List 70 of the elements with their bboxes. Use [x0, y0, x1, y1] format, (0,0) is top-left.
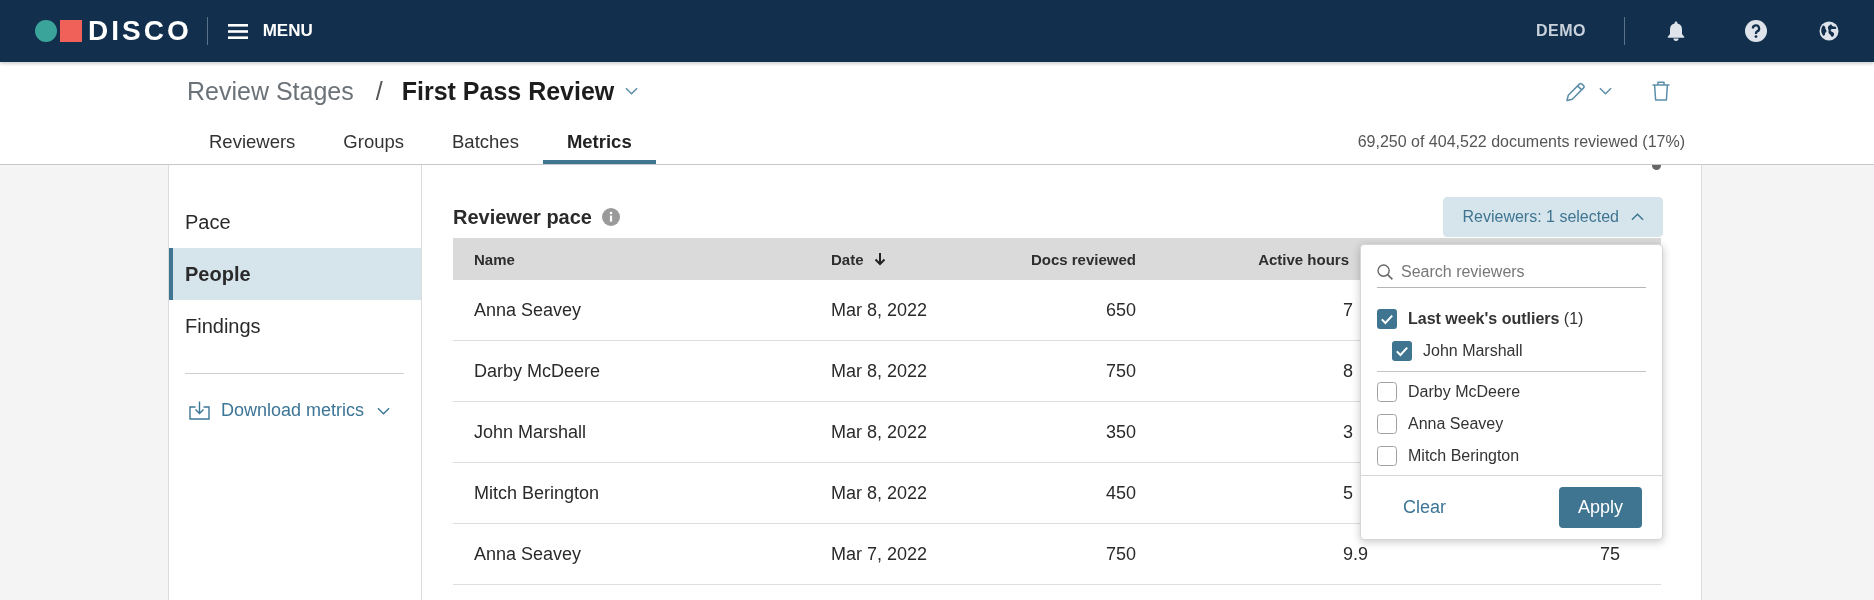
clear-button[interactable]: Clear	[1379, 489, 1470, 526]
table-cell: Mar 7, 2022	[831, 543, 928, 565]
column-header[interactable]: Docs reviewed	[1030, 250, 1136, 268]
table-cell: 650	[1105, 299, 1136, 321]
tab[interactable]: Groups	[319, 120, 429, 164]
info-icon[interactable]	[602, 208, 620, 226]
globe-icon[interactable]	[1819, 21, 1839, 41]
table-cell: 75	[1599, 543, 1620, 565]
table-cell: Mar 8, 2022	[831, 299, 928, 321]
scrollbar-thumb[interactable]	[1652, 165, 1661, 170]
checkbox[interactable]	[1377, 446, 1397, 466]
table-cell: 3	[1343, 421, 1353, 443]
checkbox[interactable]	[1377, 309, 1397, 329]
download-icon	[189, 401, 210, 420]
table-cell: 5	[1343, 482, 1353, 504]
checkbox[interactable]	[1377, 414, 1397, 434]
pencil-icon	[1565, 80, 1587, 102]
table-cell: 7	[1343, 299, 1353, 321]
reviewer-filter-button[interactable]: Reviewers: 1 selected	[1443, 197, 1663, 237]
sidebar-item[interactable]: Findings	[169, 300, 421, 352]
stage-selector[interactable]: First Pass Review	[401, 76, 639, 106]
table-cell: 350	[1105, 421, 1136, 443]
search-icon	[1377, 264, 1393, 280]
sidebar-item[interactable]: Pace	[169, 196, 421, 248]
checkbox-label[interactable]: Anna Seavey	[1408, 415, 1504, 433]
table-cell: 9.9	[1343, 543, 1369, 565]
section-title: Reviewer pace	[453, 205, 592, 229]
table-cell: Mar 8, 2022	[831, 482, 928, 504]
menu-button[interactable]: MENU	[227, 21, 313, 41]
table-cell: Mitch Berington	[474, 482, 600, 504]
table-cell: Anna Seavey	[474, 299, 582, 321]
column-header[interactable]: Name	[474, 250, 515, 268]
tab[interactable]: Batches	[428, 120, 543, 164]
download-button[interactable]: Download metrics	[189, 400, 391, 421]
column-header[interactable]: Active hours	[1258, 250, 1349, 268]
tab[interactable]: Reviewers	[185, 120, 320, 164]
menu-icon	[227, 23, 248, 39]
sidebar-item[interactable]: People	[169, 248, 421, 300]
checkbox-label[interactable]: Darby McDeere	[1408, 383, 1521, 401]
caret-icon	[377, 406, 391, 415]
table-cell: Mar 8, 2022	[831, 360, 928, 382]
table-cell: Darby McDeere	[474, 360, 601, 382]
breadcrumb-separator: /	[375, 76, 383, 106]
table-cell: 750	[1105, 543, 1136, 565]
edit-button[interactable]	[1565, 80, 1612, 102]
table-cell: Mar 8, 2022	[831, 421, 928, 443]
caret-icon	[1599, 87, 1612, 95]
checkbox[interactable]	[1377, 382, 1397, 402]
logo-text: DISCO	[88, 17, 192, 45]
apply-button[interactable]: Apply	[1559, 487, 1642, 528]
caret-icon	[1631, 213, 1644, 221]
table-cell: Anna Seavey	[474, 543, 582, 565]
table-cell: John Marshall	[474, 421, 587, 443]
column-header[interactable]: Date	[831, 250, 886, 268]
trash-icon[interactable]	[1652, 81, 1670, 101]
checkbox[interactable]	[1392, 341, 1412, 361]
checkbox-label[interactable]: John Marshall	[1423, 342, 1523, 360]
help-icon[interactable]	[1745, 20, 1767, 42]
table-cell: 450	[1105, 482, 1136, 504]
search-field[interactable]: Search reviewers	[1401, 259, 1646, 285]
caret-icon	[625, 87, 639, 95]
checkbox-label[interactable]: Last week's outliers (1)	[1408, 310, 1584, 328]
logo-mark-icon	[35, 20, 82, 42]
table-cell: 8	[1343, 360, 1353, 382]
breadcrumb-link[interactable]: Review Stages	[187, 76, 354, 106]
bell-icon[interactable]	[1667, 21, 1685, 41]
checkbox-label[interactable]: Mitch Berington	[1408, 447, 1520, 465]
table-cell: 750	[1105, 360, 1136, 382]
workspace-label[interactable]: DEMO	[1536, 22, 1586, 40]
progress-summary: 69,250 of 404,522 documents reviewed (17%)	[1357, 133, 1685, 151]
